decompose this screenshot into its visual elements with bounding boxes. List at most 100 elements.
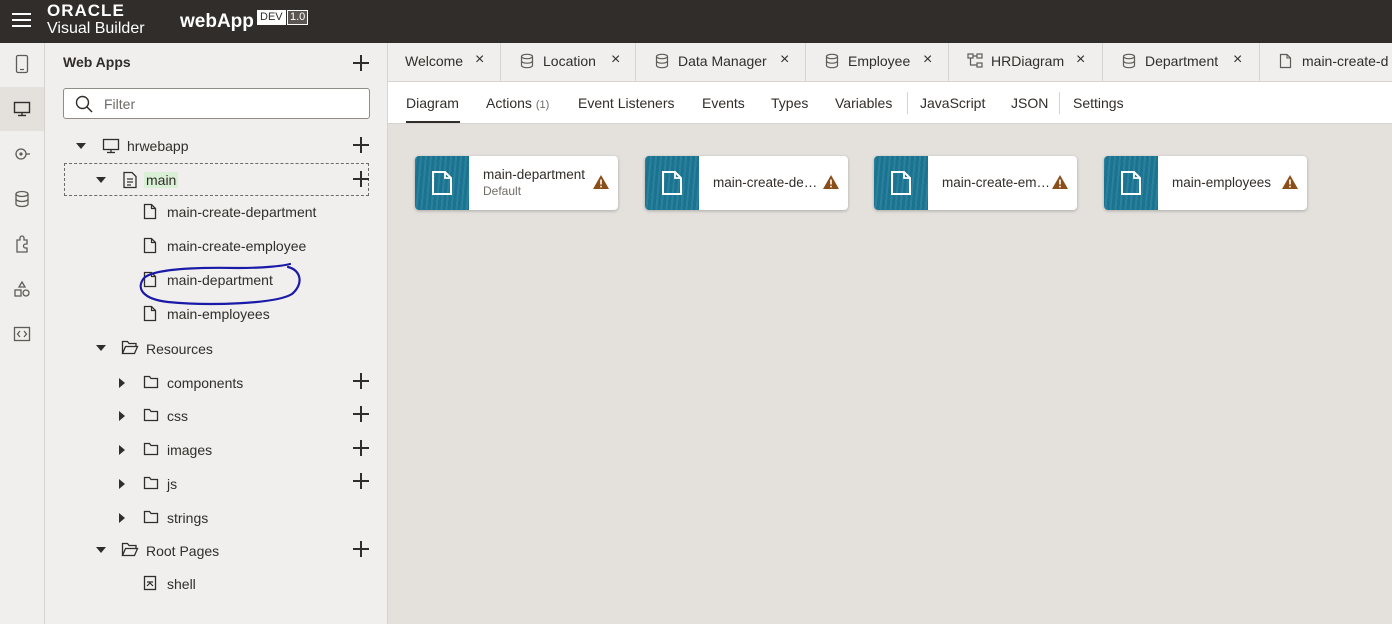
subtab-settings[interactable]: Settings (1073, 95, 1124, 111)
folder-icon (143, 442, 159, 456)
tree-item-images[interactable]: images (167, 438, 212, 462)
components-icon[interactable] (11, 233, 33, 255)
brand-oracle: ORACLE (47, 1, 125, 20)
page-card-main-employees[interactable]: main-employees (1104, 156, 1307, 210)
tree-item-root-pages[interactable]: Root Pages (146, 539, 219, 563)
collapse-resources-caret[interactable] (96, 345, 106, 351)
subtab-diagram[interactable]: Diagram (406, 95, 459, 111)
warning-icon[interactable] (592, 174, 610, 190)
source-icon[interactable] (11, 323, 33, 345)
tab-main-create-department[interactable]: main-create-d (1260, 43, 1392, 81)
web-app-icon (102, 138, 120, 154)
warning-icon[interactable] (822, 174, 840, 190)
hamburger-menu-icon[interactable] (12, 13, 31, 27)
page-icon (662, 171, 682, 195)
tree-item-css[interactable]: css (167, 404, 188, 428)
collapse-hrwebapp-caret[interactable] (76, 143, 86, 149)
expand-css-caret[interactable] (119, 411, 125, 421)
folder-icon (143, 510, 159, 524)
navigator-panel: Web Apps hrwebapp main main-create-depar… (45, 43, 388, 624)
tab-department[interactable]: Department × (1103, 43, 1260, 81)
add-to-css-icon[interactable] (353, 406, 369, 422)
tab-welcome[interactable]: Welcome × (388, 43, 501, 81)
tree-item-resources[interactable]: Resources (146, 337, 213, 361)
subtab-actions-label: Actions (486, 95, 532, 111)
add-to-main-icon[interactable] (353, 171, 369, 187)
card-title: main-department (483, 167, 586, 182)
tree-item-shell[interactable]: shell (167, 572, 196, 596)
subtab-variables[interactable]: Variables (835, 95, 892, 111)
subtab-types[interactable]: Types (771, 95, 808, 111)
subtab-divider (1059, 92, 1060, 114)
business-objects-icon[interactable] (11, 188, 33, 210)
web-apps-icon[interactable] (0, 87, 44, 131)
flow-icon (123, 171, 137, 189)
warning-icon[interactable] (1281, 174, 1299, 190)
tab-label: HRDiagram (991, 53, 1065, 69)
tab-data-manager[interactable]: Data Manager × (636, 43, 806, 81)
mobile-apps-icon[interactable] (11, 53, 33, 75)
tree-item-main-create-department[interactable]: main-create-department (167, 200, 316, 224)
add-to-images-icon[interactable] (353, 440, 369, 456)
tree-item-components[interactable]: components (167, 371, 243, 395)
active-subtab-indicator (406, 121, 460, 123)
actions-count-badge: (1) (535, 99, 550, 111)
page-card-main-create-employee[interactable]: main-create-em… (874, 156, 1077, 210)
page-icon (143, 237, 157, 254)
shell-page-icon (143, 575, 157, 591)
add-to-components-icon[interactable] (353, 373, 369, 389)
folder-icon (143, 375, 159, 389)
page-icon (1279, 53, 1292, 69)
folder-icon (143, 476, 159, 490)
expand-components-caret[interactable] (119, 378, 125, 388)
add-to-js-icon[interactable] (353, 473, 369, 489)
close-icon[interactable]: × (923, 51, 932, 69)
tab-location[interactable]: Location × (501, 43, 636, 81)
tab-employee[interactable]: Employee × (806, 43, 949, 81)
expand-images-caret[interactable] (119, 445, 125, 455)
page-icon (1121, 171, 1141, 195)
card-title: main-create-de… (713, 175, 818, 190)
subtab-javascript[interactable]: JavaScript (920, 95, 985, 111)
page-card-main-department[interactable]: main-department Default (415, 156, 618, 210)
tree-item-main[interactable]: main (144, 168, 179, 192)
tab-label: Department (1145, 53, 1219, 69)
close-icon[interactable]: × (611, 51, 620, 69)
expand-js-caret[interactable] (119, 479, 125, 489)
tree-item-hrwebapp[interactable]: hrwebapp (127, 134, 189, 158)
subtab-actions[interactable]: Actions (1) (486, 95, 549, 111)
tree-item-strings[interactable]: strings (167, 506, 208, 530)
close-icon[interactable]: × (780, 51, 789, 69)
layouts-icon[interactable] (11, 278, 33, 300)
collapse-root-pages-caret[interactable] (96, 547, 106, 553)
navigator-title: Web Apps (63, 54, 131, 70)
add-to-root-pages-icon[interactable] (353, 541, 369, 557)
card-title: main-employees (1172, 175, 1272, 190)
tab-label: main-create-d (1302, 53, 1389, 69)
page-thumbnail (415, 156, 469, 210)
add-to-hrwebapp-icon[interactable] (353, 137, 369, 153)
tab-label: Employee (848, 53, 911, 69)
app-name: webApp (180, 11, 254, 32)
tree-item-main-create-employee[interactable]: main-create-employee (167, 234, 306, 258)
left-rail (0, 43, 45, 624)
filter-input[interactable] (104, 93, 354, 114)
close-icon[interactable]: × (1233, 51, 1242, 69)
subtab-event-listeners[interactable]: Event Listeners (578, 95, 675, 111)
page-card-main-create-department[interactable]: main-create-de… (645, 156, 848, 210)
subtab-json[interactable]: JSON (1011, 95, 1048, 111)
expand-strings-caret[interactable] (119, 513, 125, 523)
close-icon[interactable]: × (1076, 51, 1085, 69)
tab-hrdiagram[interactable]: HRDiagram × (949, 43, 1103, 81)
collapse-main-caret[interactable] (96, 177, 106, 183)
brand-logo: ORACLE Visual Builder (47, 2, 145, 37)
add-web-app-icon[interactable] (353, 55, 369, 71)
diagram-canvas: main-department Default main-create-de… … (388, 124, 1392, 624)
services-icon[interactable] (11, 143, 33, 165)
database-icon (655, 53, 669, 69)
tree-item-js[interactable]: js (167, 472, 177, 496)
close-icon[interactable]: × (475, 51, 484, 69)
designer-subtabs: Diagram Actions (1) Event Listeners Even… (388, 82, 1392, 124)
warning-icon[interactable] (1051, 174, 1069, 190)
subtab-events[interactable]: Events (702, 95, 745, 111)
